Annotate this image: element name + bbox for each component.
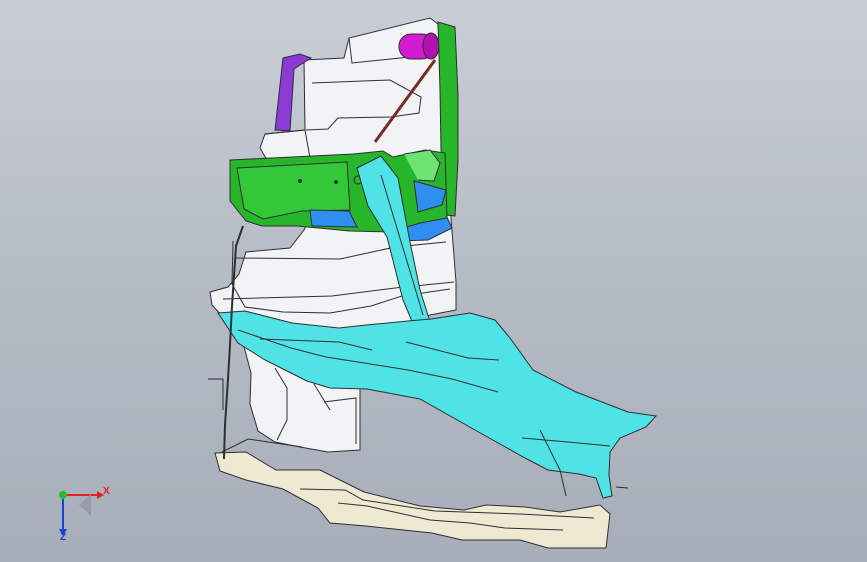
triad-shadow	[79, 494, 91, 516]
magenta-cylinder	[398, 32, 440, 60]
x-axis-label: X	[103, 486, 110, 497]
z-axis-label: Z	[60, 532, 67, 543]
orientation-triad[interactable]: X Z	[45, 478, 115, 548]
y-axis-dot	[59, 491, 67, 499]
3d-viewport[interactable]: X Z	[0, 0, 867, 562]
assembly-model[interactable]	[0, 0, 867, 562]
